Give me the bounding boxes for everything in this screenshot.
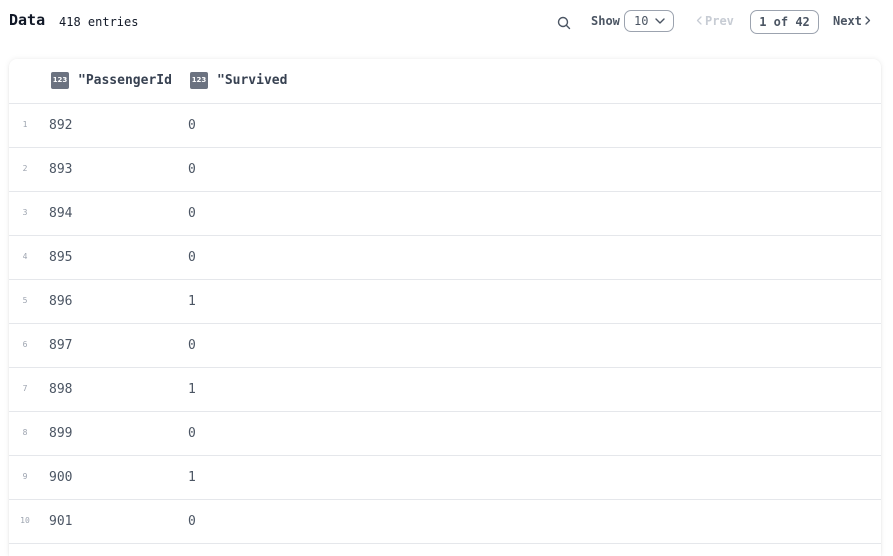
cell-survived: 1 bbox=[188, 470, 196, 485]
table-row: 10 901 0 bbox=[9, 500, 881, 544]
column-header-passengerid[interactable]: 123 "PassengerId bbox=[51, 72, 172, 89]
cell-passengerid: 893 bbox=[49, 162, 73, 177]
cell-survived: 0 bbox=[188, 250, 196, 265]
next-label: Next bbox=[833, 14, 862, 28]
numeric-type-icon: 123 bbox=[190, 72, 208, 89]
column-label: "PassengerId bbox=[78, 73, 172, 88]
cell-survived: 0 bbox=[188, 162, 196, 177]
cell-passengerid: 894 bbox=[49, 206, 73, 221]
next-button[interactable]: Next bbox=[833, 14, 871, 28]
row-number: 6 bbox=[22, 340, 28, 349]
cell-passengerid: 901 bbox=[49, 514, 73, 529]
table-row: 1 892 0 bbox=[9, 104, 881, 148]
table-row: 7 898 1 bbox=[9, 368, 881, 412]
table-header: 123 "PassengerId 123 "Survived bbox=[9, 59, 881, 104]
show-label: Show bbox=[591, 14, 620, 28]
page-title: Data bbox=[9, 11, 46, 29]
cell-passengerid: 900 bbox=[49, 470, 73, 485]
cell-survived: 1 bbox=[188, 294, 196, 309]
cell-passengerid: 895 bbox=[49, 250, 73, 265]
cell-passengerid: 896 bbox=[49, 294, 73, 309]
cell-survived: 0 bbox=[188, 338, 196, 353]
toolbar: Data 418 entries Show 10 Prev 1 of 42 Ne… bbox=[0, 0, 893, 44]
entry-count: 418 entries bbox=[59, 15, 139, 29]
table-row: 9 900 1 bbox=[9, 456, 881, 500]
prev-label: Prev bbox=[705, 14, 734, 28]
numeric-type-icon: 123 bbox=[51, 72, 69, 89]
search-icon[interactable] bbox=[557, 15, 571, 30]
row-number: 1 bbox=[22, 120, 28, 129]
cell-survived: 0 bbox=[188, 206, 196, 221]
cell-passengerid: 897 bbox=[49, 338, 73, 353]
row-number: 10 bbox=[20, 516, 30, 525]
column-header-survived[interactable]: 123 "Survived bbox=[190, 72, 287, 89]
cell-survived: 0 bbox=[188, 118, 196, 133]
chevron-right-icon bbox=[865, 16, 871, 25]
column-label: "Survived bbox=[217, 73, 288, 88]
cell-survived: 0 bbox=[188, 514, 196, 529]
row-number: 4 bbox=[22, 252, 28, 261]
table-row: 8 899 0 bbox=[9, 412, 881, 456]
cell-passengerid: 899 bbox=[49, 426, 73, 441]
page-indicator: 1 of 42 bbox=[750, 10, 819, 34]
row-number: 8 bbox=[22, 428, 28, 437]
row-number: 9 bbox=[22, 472, 28, 481]
row-number: 2 bbox=[22, 164, 28, 173]
data-table: 123 "PassengerId 123 "Survived 1 892 0 2… bbox=[9, 59, 881, 556]
row-number: 5 bbox=[22, 296, 28, 305]
cell-passengerid: 898 bbox=[49, 382, 73, 397]
row-number: 3 bbox=[22, 208, 28, 217]
page-size-value: 10 bbox=[634, 14, 649, 28]
chevron-left-icon bbox=[696, 16, 702, 25]
table-row: 4 895 0 bbox=[9, 236, 881, 280]
table-row: 6 897 0 bbox=[9, 324, 881, 368]
table-row: 2 893 0 bbox=[9, 148, 881, 192]
cell-survived: 1 bbox=[188, 382, 196, 397]
page-size-select[interactable]: 10 bbox=[624, 10, 674, 32]
table-row: 3 894 0 bbox=[9, 192, 881, 236]
row-number: 7 bbox=[22, 384, 28, 393]
prev-button[interactable]: Prev bbox=[696, 14, 734, 28]
cell-passengerid: 892 bbox=[49, 118, 73, 133]
cell-survived: 0 bbox=[188, 426, 196, 441]
chevron-down-icon bbox=[655, 18, 666, 24]
table-row: 5 896 1 bbox=[9, 280, 881, 324]
